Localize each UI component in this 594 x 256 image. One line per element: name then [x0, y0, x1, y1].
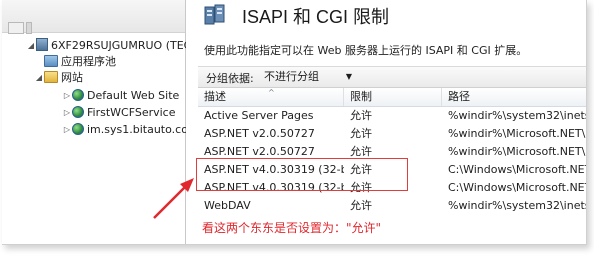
tree-node-default-web-site[interactable]: ▷ Default Web Site	[62, 88, 179, 104]
group-by-label: 分组依据:	[206, 72, 254, 85]
site-label: im.sys1.bitauto.com	[87, 123, 199, 136]
group-by-bar: 分组依据: 不进行分组 ▼	[198, 66, 586, 88]
app-pools-label: 应用程序池	[61, 55, 116, 68]
server-label: 6XF29RSUJGUMRUO (TECH	[51, 39, 200, 52]
globe-icon	[72, 89, 84, 101]
column-header-description[interactable]: 描述 ^	[198, 88, 344, 106]
cell-description: ASP.NET v2.0.50727	[204, 127, 315, 140]
sites-label: 网站	[61, 71, 83, 84]
table-row[interactable]: Active Server Pages 允许 %windir%\system32…	[198, 107, 587, 125]
table-header: 描述 ^ 限制 路径	[198, 88, 586, 107]
cell-description: Active Server Pages	[204, 109, 314, 122]
sort-ascending-icon: ^	[268, 88, 275, 97]
tree-node-im-sys1[interactable]: ▷ im.sys1.bitauto.com	[62, 122, 199, 138]
expand-arrow-icon[interactable]: ◢	[34, 70, 44, 86]
globe-icon	[72, 106, 84, 118]
tree-toolbar	[2, 0, 185, 34]
cell-path: %windir%\system32\inetsrv	[448, 199, 587, 212]
cell-restriction: 允许	[350, 199, 372, 212]
cell-description: WebDAV	[204, 199, 251, 212]
expand-arrow-icon[interactable]: ▷	[62, 105, 72, 121]
highlight-box	[196, 158, 408, 191]
cell-path: %windir%\system32\inetsrv	[448, 109, 587, 122]
expand-arrow-icon[interactable]: ▷	[62, 88, 72, 104]
isapi-cgi-icon	[204, 4, 225, 25]
table-row[interactable]: ASP.NET v2.0.50727 允许 %windir%\Microsoft…	[198, 125, 587, 143]
toolbar-back-icon[interactable]	[8, 22, 24, 34]
cell-path: %windir%\Microsoft.NET\Fr	[448, 127, 587, 140]
server-icon	[36, 38, 48, 51]
annotation-arrow-icon	[153, 178, 194, 219]
iis-manager-window: ◢ 6XF29RSUJGUMRUO (TECH 应用程序池 ◢ 网站 ▷ Defaul…	[2, 0, 587, 245]
tree-node-sites[interactable]: ◢ 网站	[34, 70, 83, 86]
page-description: 使用此功能指定可以在 Web 服务器上运行的 ISAPI 和 CGI 扩展。	[204, 44, 528, 57]
tree-node-firstwcfservice[interactable]: ▷ FirstWCFService	[62, 105, 176, 121]
expand-arrow-icon[interactable]: ◢	[26, 38, 36, 54]
table-row[interactable]: WebDAV 允许 %windir%\system32\inetsrv	[198, 197, 587, 215]
feature-pane: ISAPI 和 CGI 限制 使用此功能指定可以在 Web 服务器上运行的 IS…	[186, 0, 586, 244]
group-by-dropdown[interactable]: 不进行分组 ▼	[264, 69, 356, 84]
site-label: Default Web Site	[87, 89, 180, 102]
annotation-text: 看这两个东东是否设置为："允许"	[202, 221, 382, 235]
column-header-path[interactable]: 路径	[442, 88, 586, 106]
cell-path: %windir%\Microsoft.NET\Fr	[448, 145, 587, 158]
cell-path: C:\Windows\Microsoft.NET	[448, 163, 587, 176]
toolbar-divider	[26, 22, 32, 34]
tree-node-app-pools[interactable]: 应用程序池	[44, 54, 116, 70]
tree-node-server[interactable]: ◢ 6XF29RSUJGUMRUO (TECH	[26, 38, 200, 54]
cell-restriction: 允许	[350, 109, 372, 122]
page-title: ISAPI 和 CGI 限制	[242, 7, 390, 27]
group-by-value: 不进行分组	[264, 70, 319, 83]
cell-restriction: 允许	[350, 127, 372, 140]
site-label: FirstWCFService	[87, 106, 176, 119]
cell-path: C:\Windows\Microsoft.NET	[448, 181, 587, 194]
folder-icon	[44, 71, 58, 83]
globe-icon	[72, 123, 84, 135]
column-header-restriction[interactable]: 限制	[344, 88, 442, 106]
expand-arrow-icon[interactable]: ▷	[62, 122, 72, 138]
app-pool-icon	[44, 55, 58, 67]
dropdown-arrow-icon: ▼	[345, 72, 352, 81]
